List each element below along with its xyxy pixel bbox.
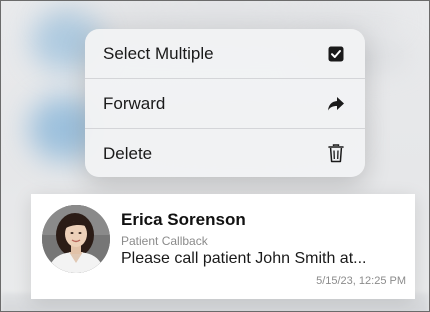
menu-item-delete[interactable]: Delete [85, 128, 365, 177]
message-category: Patient Callback [121, 234, 208, 248]
avatar [42, 205, 110, 273]
checkbox-icon [327, 45, 345, 63]
context-menu: Select Multiple Forward Delete [85, 29, 365, 177]
message-preview-text: Please call patient John Smith at... [121, 250, 367, 267]
menu-item-label: Select Multiple [103, 43, 214, 63]
sender-name: Erica Sorenson [121, 210, 246, 229]
forward-arrow-icon [327, 95, 345, 113]
menu-item-select-multiple[interactable]: Select Multiple [85, 29, 365, 78]
menu-item-label: Delete [103, 143, 153, 163]
menu-item-forward[interactable]: Forward [85, 78, 365, 128]
trash-icon [327, 144, 345, 163]
menu-item-label: Forward [103, 93, 166, 113]
message-timestamp: 5/15/23, 12:25 PM [316, 275, 406, 287]
message-preview-card[interactable]: Erica Sorenson Patient Callback Please c… [31, 194, 415, 299]
screenshot-frame: Select Multiple Forward Delete Erica Sor… [0, 0, 430, 312]
